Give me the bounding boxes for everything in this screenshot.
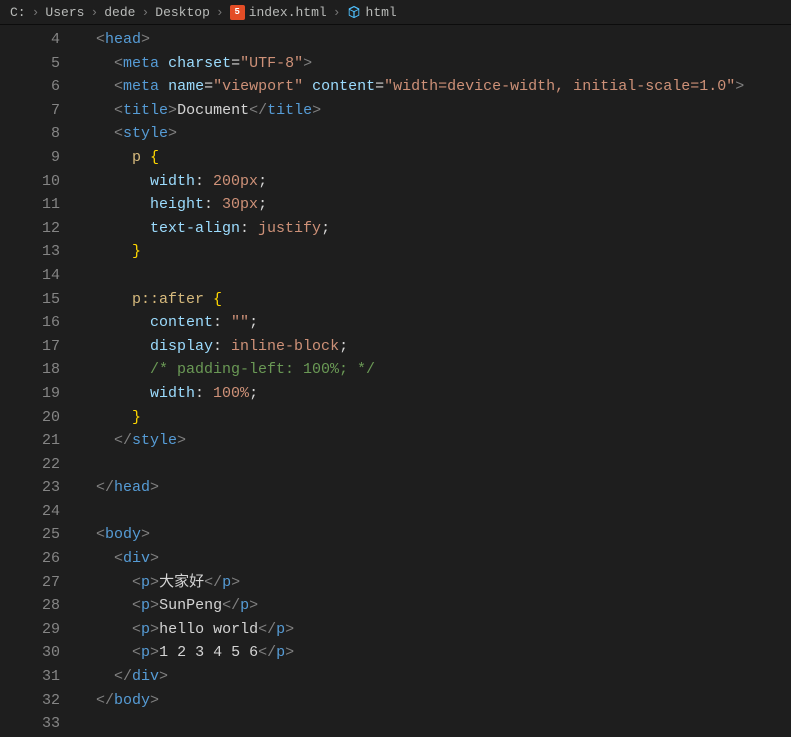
line-number: 18 <box>0 358 60 382</box>
line-number: 19 <box>0 382 60 406</box>
line-number: 8 <box>0 122 60 146</box>
breadcrumb[interactable]: C: › Users › dede › Desktop › 5 index.ht… <box>0 0 791 24</box>
code-line[interactable]: } <box>78 240 744 264</box>
code-content[interactable]: <head> <meta charset="UTF-8"> <meta name… <box>78 24 744 737</box>
breadcrumb-label: Users <box>45 5 84 20</box>
code-editor[interactable]: 4567891011121314151617181920212223242526… <box>0 24 791 737</box>
code-line[interactable]: <head> <box>78 28 744 52</box>
code-line[interactable]: </body> <box>78 689 744 713</box>
code-line[interactable]: <p>SunPeng</p> <box>78 594 744 618</box>
breadcrumb-item[interactable]: C: <box>10 5 26 20</box>
code-line[interactable] <box>78 712 744 736</box>
breadcrumb-item[interactable]: html <box>347 5 397 20</box>
line-number: 23 <box>0 476 60 500</box>
code-line[interactable]: text-align: justify; <box>78 217 744 241</box>
line-number: 32 <box>0 689 60 713</box>
line-number-gutter: 4567891011121314151617181920212223242526… <box>0 24 78 737</box>
chevron-right-icon: › <box>139 5 151 20</box>
code-line[interactable]: display: inline-block; <box>78 335 744 359</box>
line-number: 6 <box>0 75 60 99</box>
code-line[interactable]: <title>Document</title> <box>78 99 744 123</box>
line-number: 21 <box>0 429 60 453</box>
line-number: 22 <box>0 453 60 477</box>
line-number: 11 <box>0 193 60 217</box>
code-line[interactable]: width: 100%; <box>78 382 744 406</box>
code-line[interactable]: height: 30px; <box>78 193 744 217</box>
line-number: 28 <box>0 594 60 618</box>
code-line[interactable]: <p>大家好</p> <box>78 571 744 595</box>
line-number: 4 <box>0 28 60 52</box>
line-number: 27 <box>0 571 60 595</box>
code-line[interactable]: <p>hello world</p> <box>78 618 744 642</box>
line-number: 25 <box>0 523 60 547</box>
code-line[interactable] <box>78 453 744 477</box>
line-number: 17 <box>0 335 60 359</box>
line-number: 15 <box>0 288 60 312</box>
code-line[interactable]: </div> <box>78 665 744 689</box>
line-number: 24 <box>0 500 60 524</box>
code-line[interactable]: </style> <box>78 429 744 453</box>
code-line[interactable]: <style> <box>78 122 744 146</box>
breadcrumb-label: C: <box>10 5 26 20</box>
code-line[interactable]: <meta name="viewport" content="width=dev… <box>78 75 744 99</box>
line-number: 10 <box>0 170 60 194</box>
line-number: 5 <box>0 52 60 76</box>
chevron-right-icon: › <box>88 5 100 20</box>
chevron-right-icon: › <box>30 5 42 20</box>
line-number: 31 <box>0 665 60 689</box>
chevron-right-icon: › <box>214 5 226 20</box>
code-line[interactable] <box>78 500 744 524</box>
code-line[interactable]: <p>1 2 3 4 5 6</p> <box>78 641 744 665</box>
breadcrumb-item[interactable]: Desktop <box>155 5 210 20</box>
breadcrumb-label: index.html <box>249 5 327 20</box>
code-line[interactable]: content: ""; <box>78 311 744 335</box>
line-number: 13 <box>0 240 60 264</box>
code-line[interactable]: } <box>78 406 744 430</box>
breadcrumb-item[interactable]: Users <box>45 5 84 20</box>
code-line[interactable] <box>78 264 744 288</box>
code-line[interactable]: <div> <box>78 547 744 571</box>
code-line[interactable]: p { <box>78 146 744 170</box>
chevron-right-icon: › <box>331 5 343 20</box>
breadcrumb-label: Desktop <box>155 5 210 20</box>
code-line[interactable]: <meta charset="UTF-8"> <box>78 52 744 76</box>
code-line[interactable]: width: 200px; <box>78 170 744 194</box>
line-number: 7 <box>0 99 60 123</box>
html5-icon: 5 <box>230 5 245 20</box>
line-number: 26 <box>0 547 60 571</box>
line-number: 9 <box>0 146 60 170</box>
line-number: 16 <box>0 311 60 335</box>
code-line[interactable]: <body> <box>78 523 744 547</box>
line-number: 20 <box>0 406 60 430</box>
code-line[interactable]: p::after { <box>78 288 744 312</box>
line-number: 33 <box>0 712 60 736</box>
breadcrumb-label: html <box>366 5 397 20</box>
breadcrumb-label: dede <box>104 5 135 20</box>
code-line[interactable]: /* padding-left: 100%; */ <box>78 358 744 382</box>
line-number: 29 <box>0 618 60 642</box>
line-number: 12 <box>0 217 60 241</box>
breadcrumb-item[interactable]: dede <box>104 5 135 20</box>
breadcrumb-item[interactable]: 5 index.html <box>230 5 327 20</box>
symbol-icon <box>347 5 362 20</box>
line-number: 14 <box>0 264 60 288</box>
line-number: 30 <box>0 641 60 665</box>
code-line[interactable]: </head> <box>78 476 744 500</box>
